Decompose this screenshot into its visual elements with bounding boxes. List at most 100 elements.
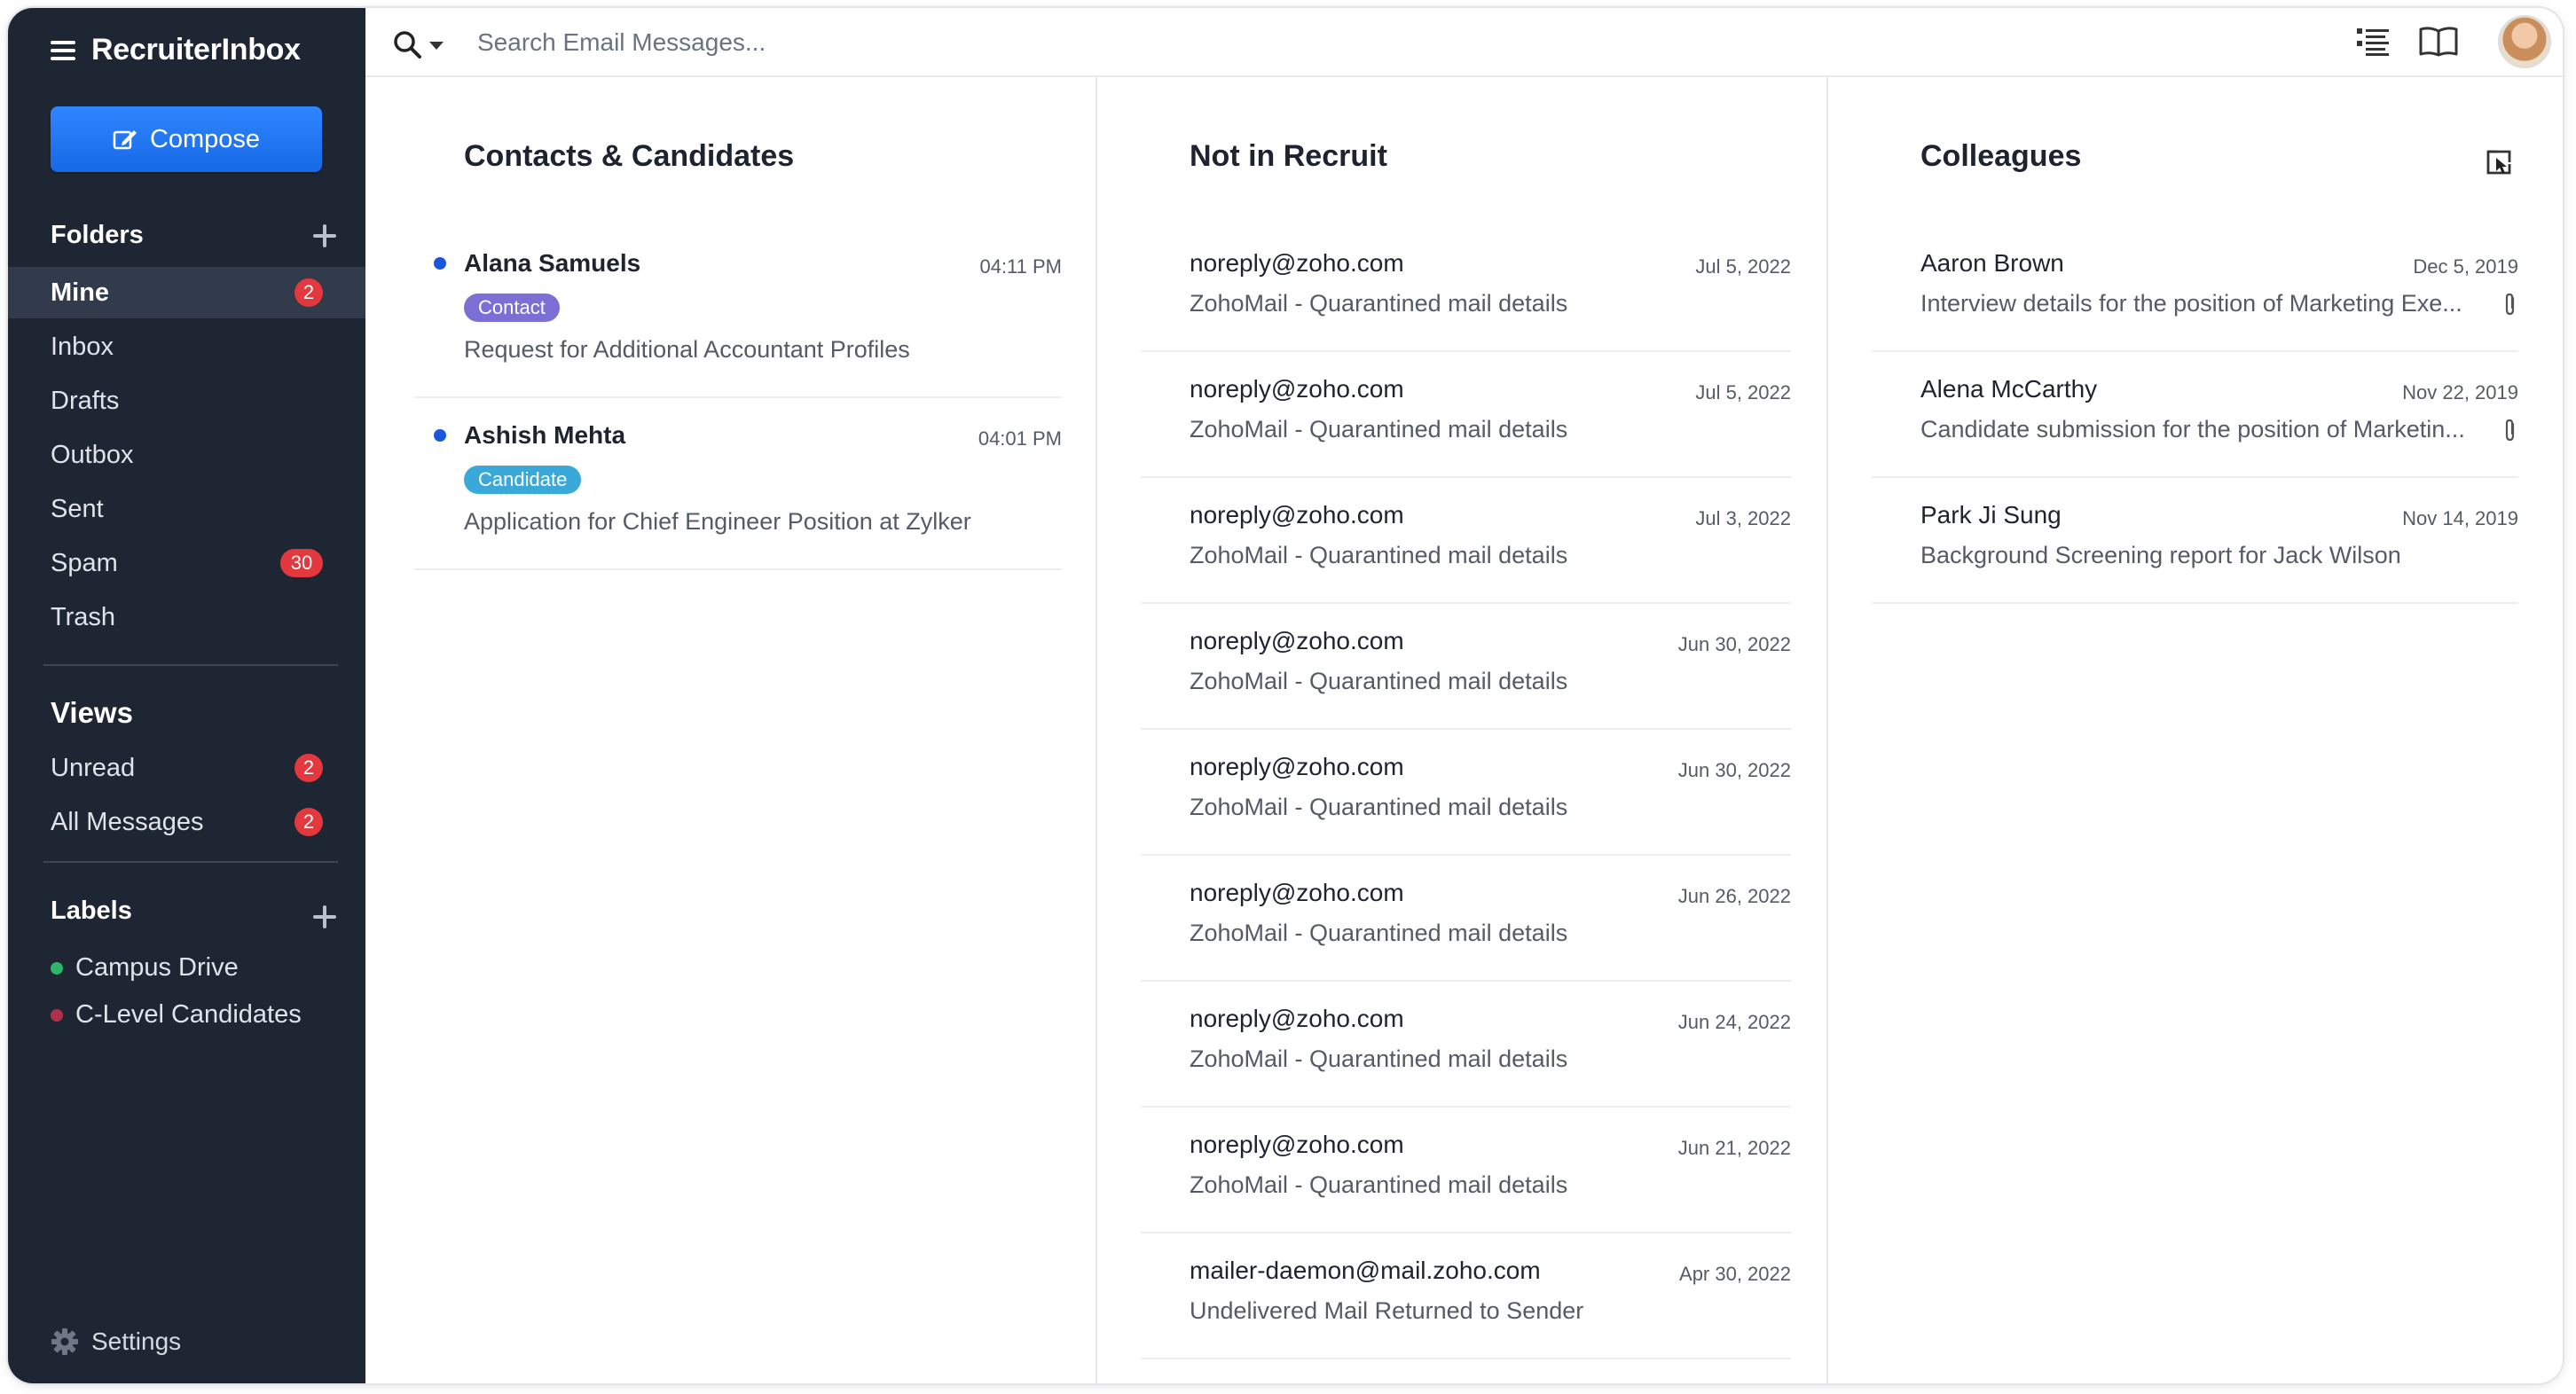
search-input[interactable] (475, 22, 1721, 63)
mail-item[interactable]: noreply@zoho.com Jul 5, 2022 ZohoMail - … (1141, 352, 1791, 478)
folder-item-drafts[interactable]: Drafts (8, 375, 365, 427)
mail-subject: Application for Chief Engineer Position … (464, 508, 971, 535)
mail-date: Dec 5, 2019 (2413, 255, 2518, 278)
folder-item-inbox[interactable]: Inbox (8, 321, 365, 372)
mail-subject: Candidate submission for the position of… (1920, 416, 2465, 442)
folder-item-mine[interactable]: Mine 2 (8, 267, 365, 318)
mail-item[interactable]: noreply@zoho.com Jun 21, 2022 ZohoMail -… (1141, 1108, 1791, 1233)
user-avatar[interactable] (2498, 15, 2551, 68)
mail-sender: noreply@zoho.com (1190, 1131, 1404, 1158)
candidate-tag: Candidate (464, 466, 582, 494)
mail-subject: Interview details for the position of Ma… (1920, 290, 2462, 317)
compose-icon (113, 130, 137, 150)
mail-date: Jun 26, 2022 (1677, 885, 1791, 907)
mail-sender: noreply@zoho.com (1190, 627, 1404, 654)
mail-sender: noreply@zoho.com (1190, 753, 1404, 780)
mail-item[interactable]: mailer-daemon@mail.zoho.com Apr 30, 2022… (1141, 1233, 1791, 1359)
column-title: Contacts & Candidates (464, 139, 795, 173)
label-item-campus-drive[interactable]: Campus Drive (51, 953, 239, 983)
mail-item[interactable]: noreply@zoho.com Jun 24, 2022 ZohoMail -… (1141, 982, 1791, 1108)
column-title: Not in Recruit (1190, 139, 1387, 173)
view-item-unread[interactable]: Unread 2 (8, 742, 365, 794)
settings-link[interactable]: Settings (51, 1327, 181, 1356)
folder-label: Spam (51, 548, 118, 577)
mail-subject: Undelivered Mail Returned to Sender (1190, 1297, 1584, 1324)
mail-item[interactable]: Aaron Brown Dec 5, 2019 Interview detail… (1872, 226, 2518, 352)
mail-item[interactable]: Alena McCarthy Nov 22, 2019 Candidate su… (1872, 352, 2518, 478)
mail-item[interactable]: noreply@zoho.com Jul 5, 2022 ZohoMail - … (1141, 226, 1791, 352)
mail-item[interactable]: Park Ji Sung Nov 14, 2019 Background Scr… (1872, 478, 2518, 604)
mail-date: Nov 14, 2019 (2402, 507, 2518, 529)
mail-date: Nov 22, 2019 (2402, 381, 2518, 403)
chevron-down-icon[interactable] (429, 42, 444, 50)
list-view-icon[interactable] (2355, 26, 2391, 58)
mail-sender: noreply@zoho.com (1190, 501, 1404, 529)
label-item-c-level-candidates[interactable]: C-Level Candidates (51, 1000, 302, 1030)
folder-label: Trash (51, 602, 116, 631)
folder-label: Sent (51, 494, 104, 523)
unread-view-badge: 2 (295, 754, 323, 782)
reading-view-icon[interactable] (2418, 26, 2459, 58)
mail-sender: Aaron Brown (1920, 249, 2064, 277)
labels-title: Labels (51, 896, 132, 925)
add-label-icon[interactable] (313, 905, 336, 928)
mail-subject: ZohoMail - Quarantined mail details (1190, 1171, 1568, 1198)
label-text: Campus Drive (75, 953, 239, 982)
not-in-recruit-column: Not in Recruit noreply@zoho.com Jul 5, 2… (1097, 77, 1826, 1383)
views-title: Views (51, 696, 133, 729)
mail-date: Jul 5, 2022 (1695, 381, 1791, 403)
attachment-icon (2505, 419, 2515, 442)
sidebar-divider (43, 664, 338, 666)
hamburger-menu-icon[interactable] (51, 40, 75, 60)
mail-date: Apr 30, 2022 (1679, 1263, 1791, 1285)
add-folder-icon[interactable] (313, 223, 336, 247)
view-label: Unread (51, 753, 136, 782)
mail-item[interactable]: noreply@zoho.com Jul 3, 2022 ZohoMail - … (1141, 478, 1791, 604)
folder-item-sent[interactable]: Sent (8, 483, 365, 535)
mail-subject: ZohoMail - Quarantined mail details (1190, 542, 1568, 568)
labels-header: Labels (51, 893, 336, 928)
mail-sender: noreply@zoho.com (1190, 879, 1404, 906)
mail-item[interactable]: Alana Samuels 04:11 PM Contact Request f… (414, 226, 1062, 398)
mail-subject: ZohoMail - Quarantined mail details (1190, 920, 1568, 946)
view-label: All Messages (51, 807, 204, 836)
mail-subject: ZohoMail - Quarantined mail details (1190, 668, 1568, 694)
mail-item[interactable]: Ashish Mehta 04:01 PM Candidate Applicat… (414, 398, 1062, 570)
folder-item-spam[interactable]: Spam 30 (8, 537, 365, 589)
mail-item[interactable]: noreply@zoho.com Jun 30, 2022 ZohoMail -… (1141, 604, 1791, 730)
mail-item[interactable]: noreply@zoho.com Jun 30, 2022 ZohoMail -… (1141, 730, 1791, 856)
pop-out-icon[interactable] (2485, 148, 2513, 176)
folders-title: Folders (51, 221, 144, 249)
mail-sender: Park Ji Sung (1920, 501, 2062, 529)
mail-item[interactable]: noreply@zoho.com Jun 26, 2022 ZohoMail -… (1141, 856, 1791, 982)
mail-date: Jun 30, 2022 (1677, 633, 1791, 655)
mail-subject: ZohoMail - Quarantined mail details (1190, 416, 1568, 442)
label-text: C-Level Candidates (75, 1000, 302, 1029)
top-bar (365, 8, 2563, 77)
mail-date: Jul 5, 2022 (1695, 255, 1791, 278)
mail-sender: mailer-daemon@mail.zoho.com (1190, 1257, 1541, 1284)
mail-sender: Ashish Mehta (464, 421, 626, 449)
view-item-all-messages[interactable]: All Messages 2 (8, 796, 365, 848)
folder-item-trash[interactable]: Trash (8, 591, 365, 643)
compose-button[interactable]: Compose (51, 106, 322, 172)
unread-indicator (434, 257, 446, 270)
contact-tag: Contact (464, 294, 560, 322)
folder-label: Mine (51, 278, 110, 307)
mail-sender: noreply@zoho.com (1190, 1005, 1404, 1032)
mail-subject: ZohoMail - Quarantined mail details (1190, 290, 1568, 317)
mail-sender: Alana Samuels (464, 249, 641, 277)
mail-subject: Request for Additional Accountant Profil… (464, 336, 910, 363)
search-icon[interactable] (392, 29, 422, 59)
views-header: Views (51, 696, 336, 730)
folder-item-outbox[interactable]: Outbox (8, 429, 365, 481)
mail-time: 04:01 PM (978, 427, 1062, 450)
app-name: RecruiterInbox (91, 33, 301, 67)
mail-subject: ZohoMail - Quarantined mail details (1190, 794, 1568, 820)
app-window: RecruiterInbox Compose Folders Mine 2 In… (8, 8, 2563, 1383)
settings-label: Settings (91, 1327, 182, 1355)
folder-label: Outbox (51, 440, 134, 469)
mail-time: 04:11 PM (979, 255, 1062, 278)
brand: RecruiterInbox (51, 33, 301, 67)
mail-sender: Alena McCarthy (1920, 375, 2098, 403)
